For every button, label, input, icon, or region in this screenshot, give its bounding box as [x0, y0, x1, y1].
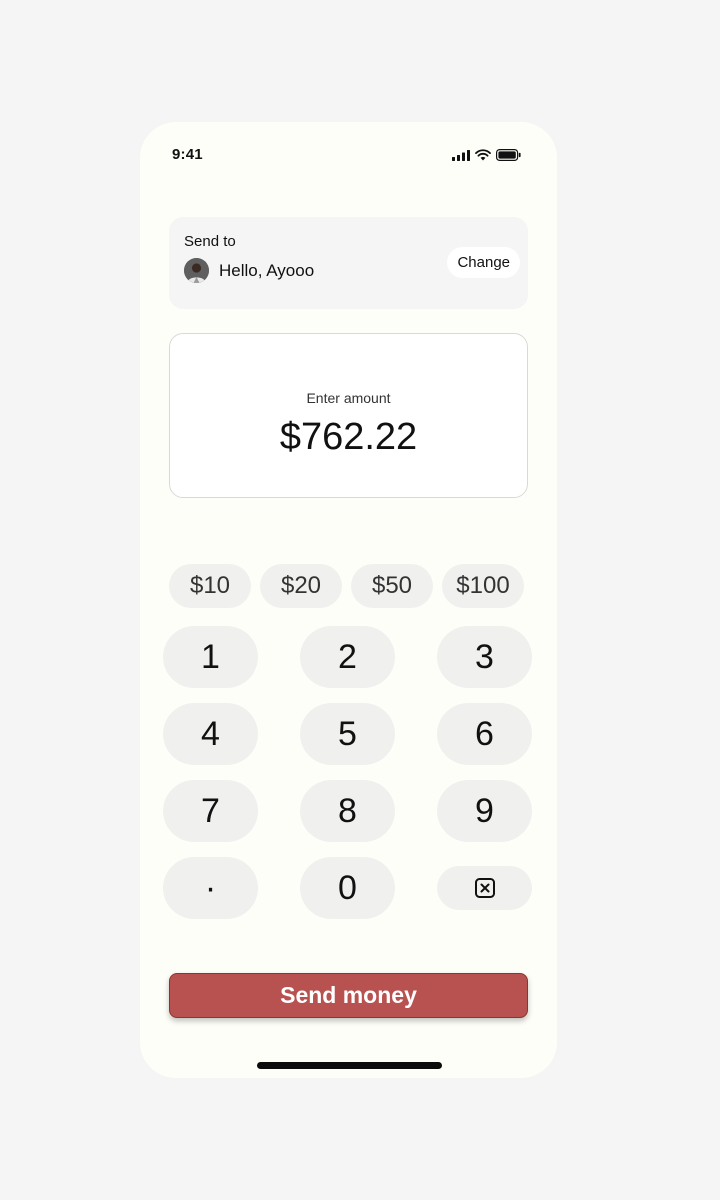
backspace-icon [474, 869, 496, 908]
key-3[interactable]: 3 [437, 626, 532, 688]
battery-icon [496, 148, 521, 166]
recipient: Hello, Ayooo [184, 258, 314, 283]
key-7[interactable]: 7 [163, 780, 258, 842]
key-4[interactable]: 4 [163, 703, 258, 765]
amount-value: $762.22 [279, 416, 418, 458]
home-indicator [257, 1062, 442, 1069]
key-decimal[interactable]: · [163, 857, 258, 919]
quick-amount-100[interactable]: $100 [442, 564, 524, 608]
send-to-card: Send to Hello, Ayooo Change [169, 217, 528, 309]
key-0[interactable]: 0 [300, 857, 395, 919]
avatar [184, 258, 209, 283]
send-to-label: Send to [184, 233, 236, 250]
amount-card: Enter amount $762.22 [169, 333, 528, 498]
send-money-button[interactable]: Send money [169, 973, 528, 1018]
quick-amount-50[interactable]: $50 [351, 564, 433, 608]
phone-screen: 9:41 Send to Hello, Ayooo Change Enter a… [140, 122, 557, 1078]
amount-label: Enter amount [306, 390, 391, 406]
key-2[interactable]: 2 [300, 626, 395, 688]
status-time: 9:41 [172, 146, 203, 163]
key-5[interactable]: 5 [300, 703, 395, 765]
wifi-icon [475, 148, 491, 166]
backspace-key[interactable] [437, 866, 532, 910]
recipient-name: Hello, Ayooo [219, 260, 315, 280]
quick-amount-10[interactable]: $10 [169, 564, 251, 608]
signal-icon [452, 148, 470, 166]
key-8[interactable]: 8 [300, 780, 395, 842]
key-6[interactable]: 6 [437, 703, 532, 765]
key-1[interactable]: 1 [163, 626, 258, 688]
key-9[interactable]: 9 [437, 780, 532, 842]
change-recipient-button[interactable]: Change [447, 247, 520, 278]
status-icons [452, 148, 521, 166]
status-bar: 9:41 [140, 122, 557, 182]
quick-amount-20[interactable]: $20 [260, 564, 342, 608]
quick-amounts: $10 $20 $50 $100 [169, 564, 524, 608]
